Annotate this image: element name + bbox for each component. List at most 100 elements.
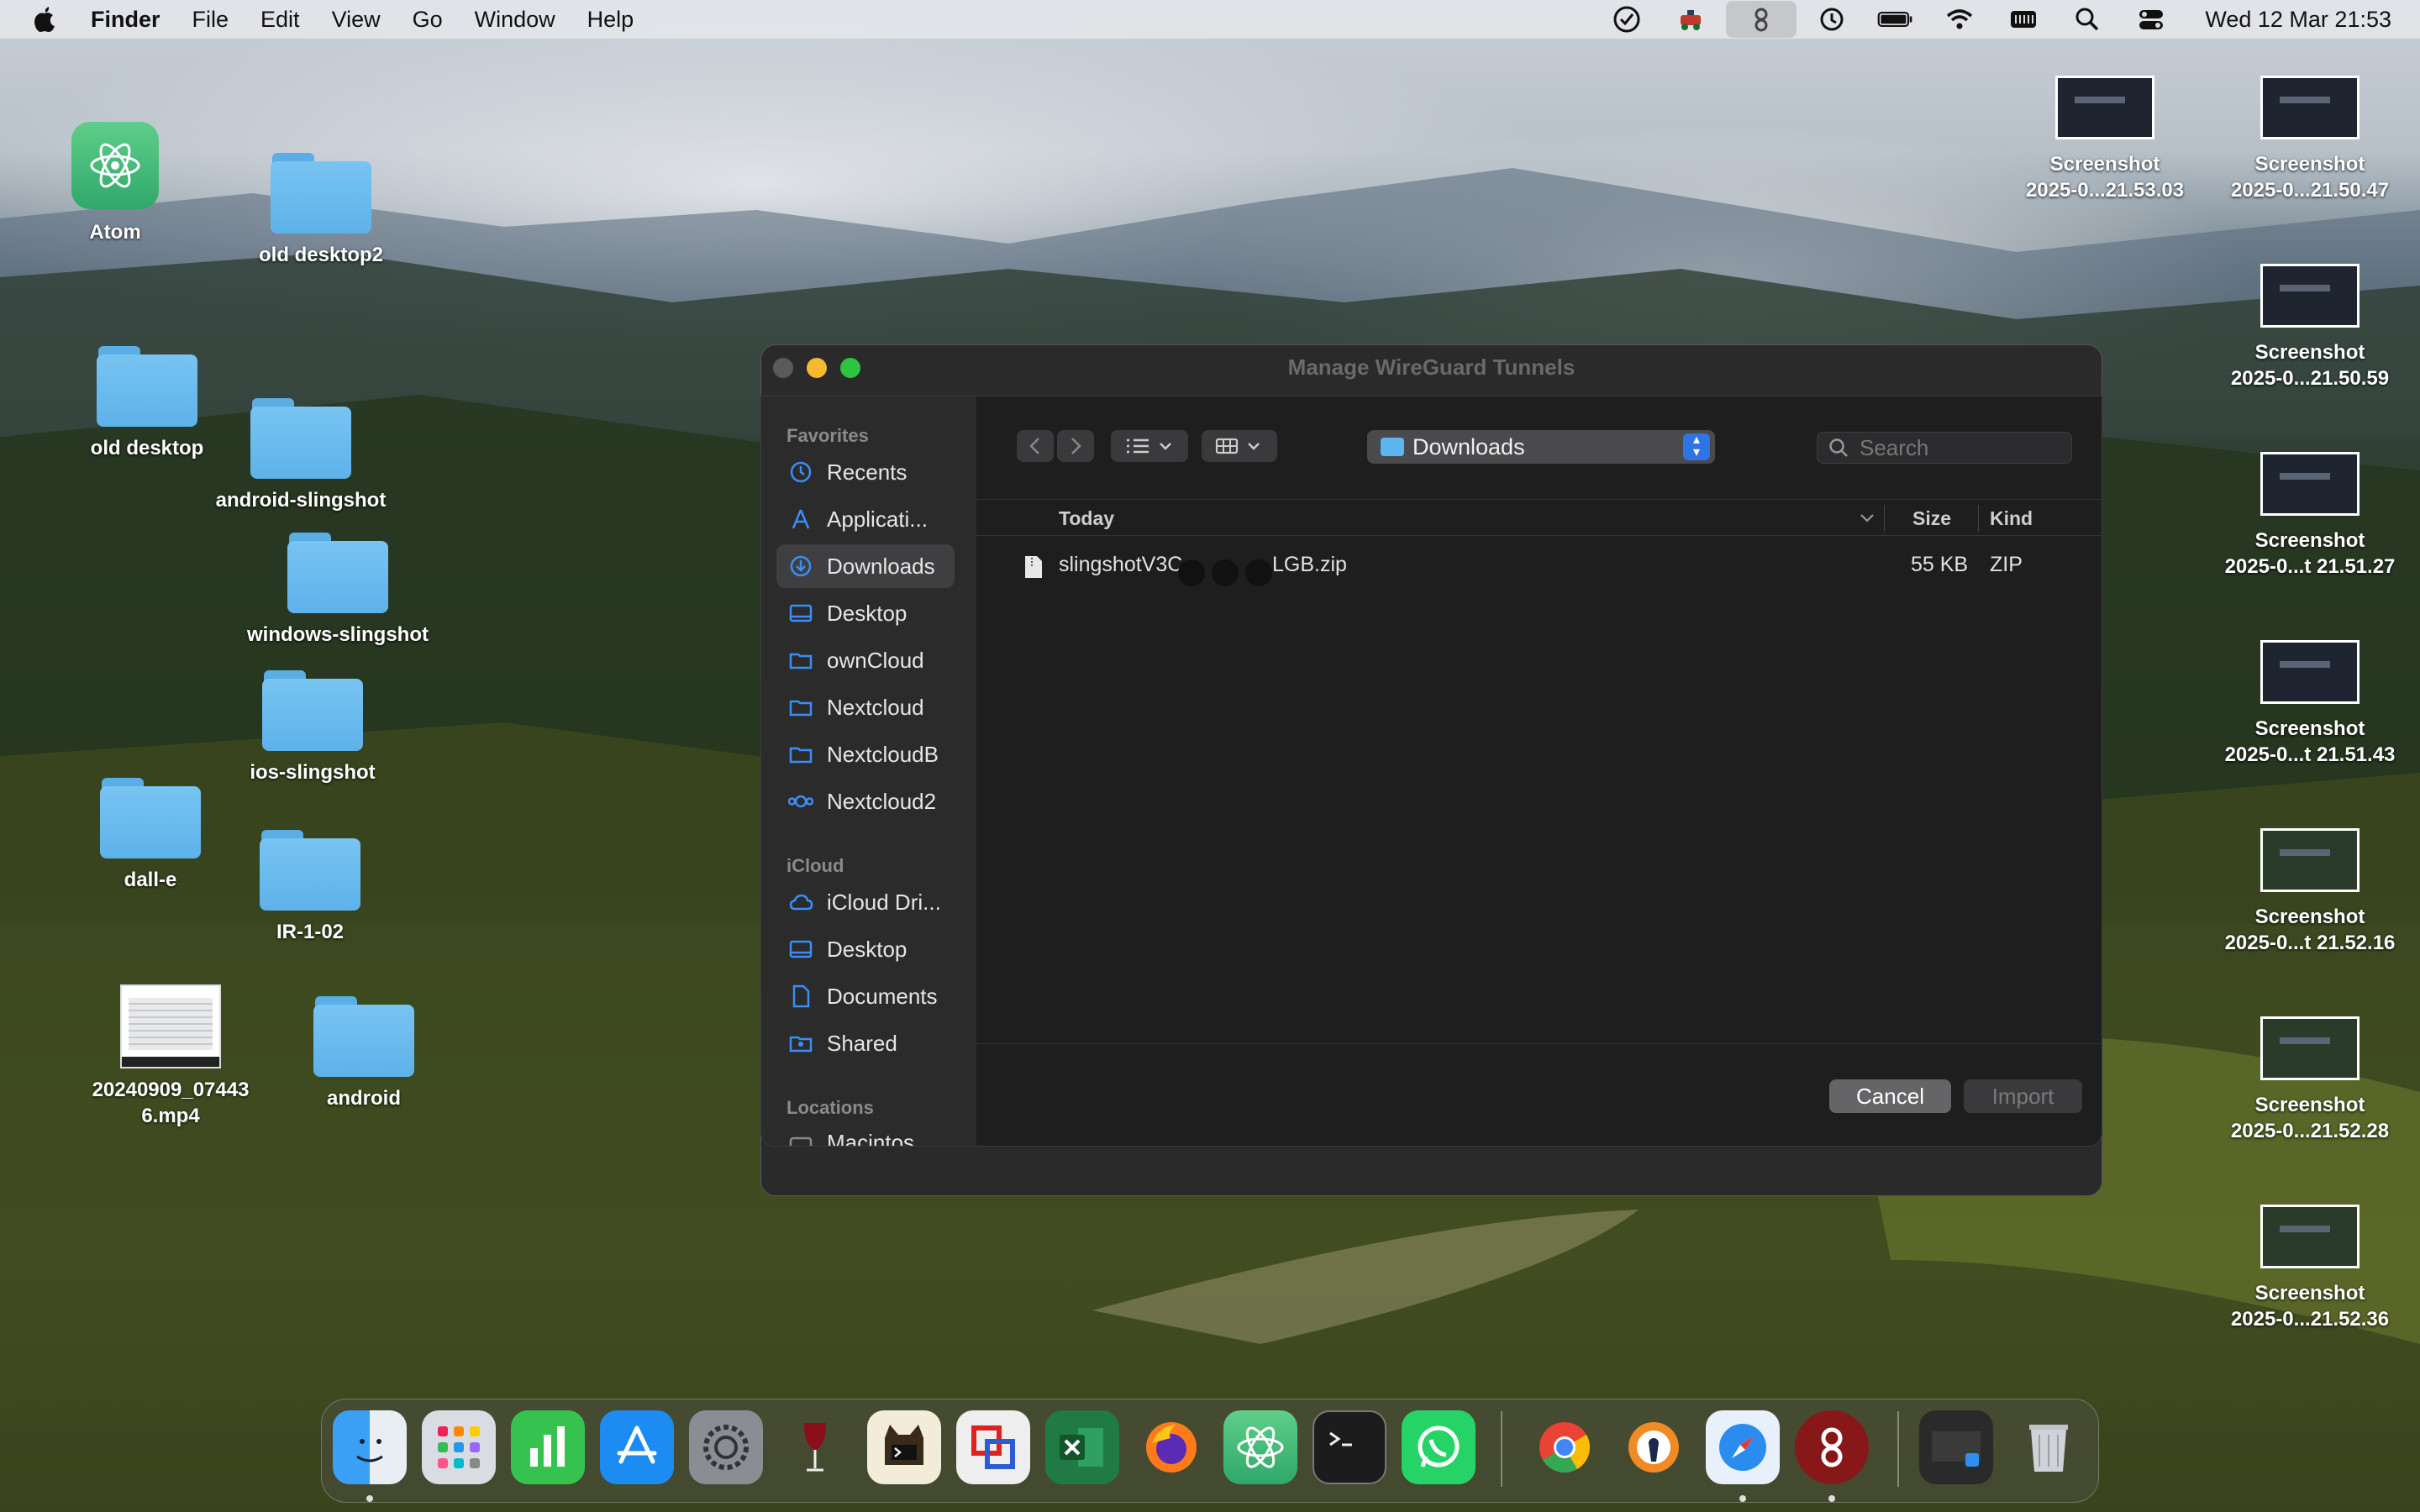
- dock-launchpad[interactable]: [422, 1410, 496, 1484]
- desktop-screenshot-file[interactable]: Screenshot 2025-0...21.50.59: [2209, 264, 2411, 391]
- forward-button[interactable]: [1057, 430, 1094, 462]
- sidebar-item-owncloud[interactable]: ownCloud: [776, 638, 955, 682]
- menu-help[interactable]: Help: [587, 7, 634, 33]
- close-button[interactable]: [773, 358, 793, 378]
- sidebar-item-applications[interactable]: Applicati...: [776, 497, 955, 541]
- column-header-row: Today Size Kind: [976, 499, 2102, 536]
- keyboard-icon[interactable]: [2005, 5, 2042, 34]
- dock-whatsapp[interactable]: [1402, 1410, 1476, 1484]
- shared-folder-icon: [786, 1029, 815, 1058]
- applications-icon: [786, 505, 815, 533]
- desktop-icon-atom[interactable]: Atom: [14, 122, 216, 245]
- dock-terminal-cat[interactable]: [867, 1410, 941, 1484]
- menu-view[interactable]: View: [332, 7, 381, 33]
- status-area: Wed 12 Mar 21:53: [1595, 0, 2420, 39]
- sidebar-item-downloads[interactable]: Downloads: [776, 544, 955, 588]
- column-header-size[interactable]: Size: [1912, 507, 1951, 530]
- safari-compass-icon: [1719, 1424, 1766, 1471]
- wifi-icon[interactable]: [1941, 5, 1978, 34]
- sidebar-item-shared[interactable]: Shared: [776, 1021, 955, 1065]
- sidebar-item-desktop[interactable]: Desktop: [776, 591, 955, 635]
- wireguard-icon[interactable]: [1726, 1, 1797, 38]
- menu-file[interactable]: File: [192, 7, 229, 33]
- running-indicator: [1739, 1495, 1746, 1502]
- menu-window[interactable]: Window: [475, 7, 555, 33]
- dock-parallels[interactable]: [956, 1410, 1030, 1484]
- folder-icon: [786, 740, 815, 769]
- sidebar-item-icloud-drive[interactable]: iCloud Dri...: [776, 880, 955, 924]
- desktop-folder-windows-slingshot[interactable]: windows-slingshot: [237, 533, 439, 648]
- dock-firefox[interactable]: [1134, 1410, 1208, 1484]
- desktop-screenshot-file[interactable]: Screenshot 2025-0...21.53.03: [2004, 76, 2206, 203]
- sidebar-item-recents[interactable]: Recents: [776, 450, 955, 494]
- desktop-screenshot-file[interactable]: Screenshot 2025-0...21.52.36: [2209, 1205, 2411, 1332]
- video-thumbnail: [120, 984, 221, 1068]
- dock-divider: [1897, 1411, 1899, 1487]
- column-header-name[interactable]: Today: [1059, 507, 1114, 530]
- desktop-icon-label: Screenshot: [2049, 153, 2160, 176]
- view-mode-list-button[interactable]: [1111, 430, 1188, 462]
- dock-numbers[interactable]: [511, 1410, 585, 1484]
- desktop-screenshot-file[interactable]: Screenshot 2025-0...t 21.51.43: [2209, 640, 2411, 768]
- sidebar-item-icloud-desktop[interactable]: Desktop: [776, 927, 955, 971]
- dock-openvpn[interactable]: [1617, 1410, 1691, 1484]
- time-machine-icon[interactable]: [1813, 5, 1850, 34]
- desktop-folder-android-slingshot[interactable]: android-slingshot: [200, 398, 402, 513]
- dock-atom[interactable]: [1223, 1410, 1297, 1484]
- menu-app-name[interactable]: Finder: [91, 7, 160, 33]
- apple-menu-icon[interactable]: [32, 5, 57, 34]
- sidebar-item-label: ownCloud: [827, 647, 924, 673]
- back-button[interactable]: [1017, 430, 1054, 462]
- sidebar-item-nextcloud[interactable]: Nextcloud: [776, 685, 955, 729]
- disk-icon: [786, 1128, 815, 1146]
- cancel-button[interactable]: Cancel: [1829, 1079, 1951, 1113]
- app-status-icon[interactable]: [1672, 5, 1709, 34]
- desktop-screenshot-file[interactable]: Screenshot 2025-0...21.52.28: [2209, 1016, 2411, 1144]
- sidebar-item-documents[interactable]: Documents: [776, 974, 955, 1018]
- dock-wine[interactable]: [778, 1410, 852, 1484]
- location-popup[interactable]: Downloads ▴ ▾: [1367, 430, 1715, 464]
- column-header-kind[interactable]: Kind: [1990, 507, 2033, 530]
- dock-wireguard[interactable]: [1795, 1410, 1869, 1484]
- sidebar-item-nextcloudb[interactable]: NextcloudB: [776, 732, 955, 776]
- desktop-folder-old-desktop2[interactable]: old desktop2: [220, 153, 422, 268]
- dock-terminal[interactable]: [1313, 1410, 1386, 1484]
- sidebar-item-macintosh-hd[interactable]: Macintos...: [776, 1121, 955, 1146]
- desktop-file-video[interactable]: 20240909_07443 6.mp4: [70, 984, 271, 1129]
- menu-go[interactable]: Go: [413, 7, 443, 33]
- dock-excel[interactable]: [1045, 1410, 1119, 1484]
- dock-chrome[interactable]: [1528, 1410, 1602, 1484]
- open-file-dialog: Favorites Recents Applicati... Downloads…: [760, 396, 2102, 1147]
- view-mode-gallery-button[interactable]: [1202, 430, 1277, 462]
- search-field[interactable]: Search: [1817, 432, 2072, 464]
- redaction-mark: [1178, 559, 1205, 586]
- search-icon: [1829, 438, 1848, 457]
- dock-system-settings[interactable]: [689, 1410, 763, 1484]
- cat-terminal-icon: [885, 1425, 923, 1465]
- wireguard-icon: [1821, 1427, 1843, 1467]
- import-button[interactable]: Import: [1964, 1079, 2082, 1113]
- desktop-screenshot-file[interactable]: Screenshot 2025-0...21.50.47: [2209, 76, 2411, 203]
- clock-icon: [786, 458, 815, 486]
- sidebar-item-nextcloud2[interactable]: Nextcloud2: [776, 780, 955, 823]
- dock-screen-preview[interactable]: [1919, 1410, 1993, 1484]
- minimize-button[interactable]: [807, 358, 827, 378]
- dock-finder[interactable]: [333, 1410, 407, 1484]
- desktop-screenshot-file[interactable]: Screenshot 2025-0...t 21.52.16: [2209, 828, 2411, 956]
- desktop-screenshot-file[interactable]: Screenshot 2025-0...t 21.51.27: [2209, 452, 2411, 580]
- zoom-button[interactable]: [840, 358, 860, 378]
- control-center-icon[interactable]: [2133, 5, 2170, 34]
- battery-icon[interactable]: [1877, 5, 1914, 34]
- dock-trash[interactable]: [2012, 1410, 2086, 1484]
- checkmark-circle-icon[interactable]: [1608, 5, 1645, 34]
- desktop-folder-ir-1-02[interactable]: IR-1-02: [209, 830, 411, 945]
- menu-bar-clock[interactable]: Wed 12 Mar 21:53: [2205, 7, 2391, 33]
- spotlight-icon[interactable]: [2069, 5, 2106, 34]
- desktop-folder-android[interactable]: android: [263, 996, 465, 1111]
- file-row[interactable]: slingshotV3C LGB.zip 55 KB ZIP: [976, 548, 2102, 586]
- menu-edit[interactable]: Edit: [260, 7, 300, 33]
- dock-safari[interactable]: [1706, 1410, 1780, 1484]
- desktop-folder-ios-slingshot[interactable]: ios-slingshot: [212, 670, 413, 785]
- file-kind: ZIP: [1990, 553, 2023, 576]
- dock-app-store[interactable]: [600, 1410, 674, 1484]
